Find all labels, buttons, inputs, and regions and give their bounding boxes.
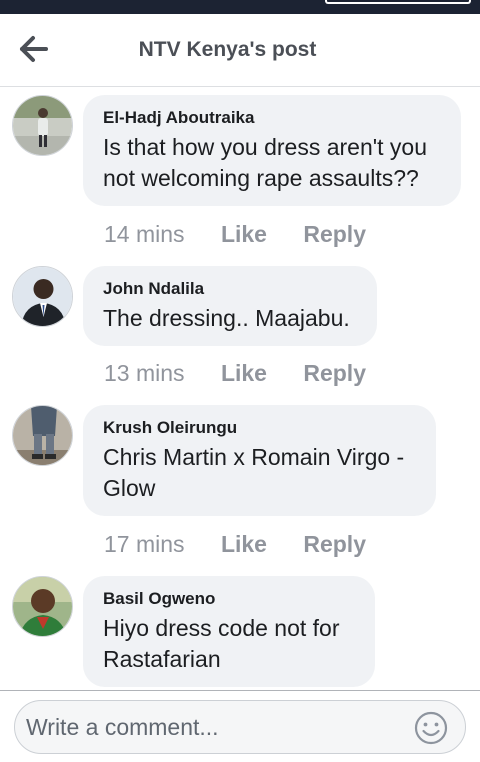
comment-bubble: Krush Oleirungu Chris Martin x Romain Vi… xyxy=(83,405,436,516)
like-button[interactable]: Like xyxy=(221,530,267,558)
comment-input[interactable] xyxy=(14,700,466,754)
comment-bubble: John Ndalila The dressing.. Maajabu. xyxy=(83,266,377,346)
comment-author[interactable]: John Ndalila xyxy=(103,279,357,299)
like-button[interactable]: Like xyxy=(221,359,267,387)
avatar[interactable] xyxy=(12,266,73,327)
status-bar xyxy=(0,0,480,14)
avatar-photo xyxy=(13,577,72,636)
emoji-button[interactable] xyxy=(414,711,448,745)
reply-button[interactable]: Reply xyxy=(303,359,366,387)
avatar-photo xyxy=(13,406,72,465)
comment-text: Chris Martin x Romain Virgo - Glow xyxy=(103,444,405,501)
avatar-photo xyxy=(13,96,72,155)
page-title: NTV Kenya's post xyxy=(138,38,317,61)
smiley-icon xyxy=(414,711,448,745)
avatar[interactable] xyxy=(12,405,73,466)
comment-bubble: El-Hadj Aboutraika Is that how you dress… xyxy=(83,95,461,206)
comment-timestamp: 13 mins xyxy=(104,360,185,386)
comment-timestamp: 17 mins xyxy=(104,531,185,557)
status-bar-indicator xyxy=(325,0,471,4)
avatar[interactable] xyxy=(12,576,73,637)
comment-text: The dressing.. Maajabu. xyxy=(103,305,350,331)
avatar[interactable] xyxy=(12,95,73,156)
comment-bubble: Basil Ogweno Hiyo dress code not for Ras… xyxy=(83,576,375,687)
comment-composer xyxy=(0,690,480,762)
comment-author[interactable]: Krush Oleirungu xyxy=(103,418,416,438)
post-header: NTV Kenya's post xyxy=(0,14,480,87)
comment-author[interactable]: El-Hadj Aboutraika xyxy=(103,108,441,128)
avatar-photo xyxy=(13,267,72,326)
comment-actions: 14 mins Like Reply xyxy=(104,220,396,248)
reply-button[interactable]: Reply xyxy=(303,220,366,248)
comment-actions: 13 mins Like Reply xyxy=(104,359,396,387)
reply-button[interactable]: Reply xyxy=(303,530,366,558)
comment-author[interactable]: Basil Ogweno xyxy=(103,589,355,609)
like-button[interactable]: Like xyxy=(221,220,267,248)
comment-timestamp: 14 mins xyxy=(104,221,185,247)
comment-text: Hiyo dress code not for Rastafarian xyxy=(103,615,340,672)
comment-text: Is that how you dress aren't you not wel… xyxy=(103,134,428,191)
comment-actions: 17 mins Like Reply xyxy=(104,530,396,558)
